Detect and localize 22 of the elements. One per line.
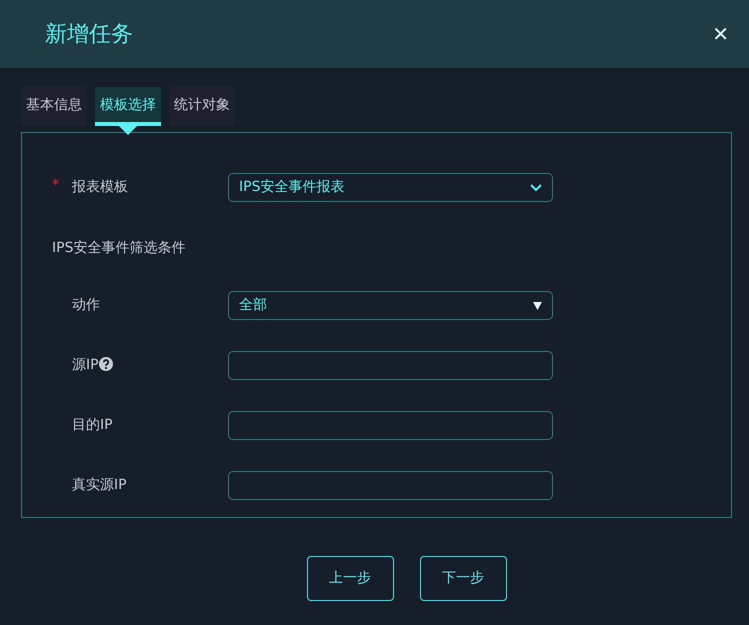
select-field[interactable]: IPS安全事件报表	[228, 173, 553, 202]
field-label: 真实源IP	[72, 477, 127, 493]
help-icon[interactable]	[98, 357, 113, 371]
tab[interactable]: 统计对象	[169, 87, 235, 126]
text-field[interactable]	[228, 351, 553, 380]
pointer-icon	[118, 125, 138, 135]
select-field[interactable]: 全部	[228, 291, 553, 320]
field-label: 报表模板	[72, 179, 128, 195]
section-title: IPS安全事件筛选条件	[52, 239, 186, 258]
next-button[interactable]: 下一步	[420, 556, 506, 601]
field-label: 目的IP	[72, 417, 113, 433]
dialog-title: 新增任务	[45, 20, 133, 48]
back-button[interactable]: 上一步	[306, 556, 394, 601]
caret-down-icon	[533, 301, 542, 310]
tab[interactable]: 基本信息	[21, 87, 87, 126]
text-field[interactable]	[228, 411, 553, 440]
chevron-down-icon	[530, 184, 542, 192]
field-label: 源IP	[72, 357, 99, 373]
field-label: 动作	[72, 297, 100, 313]
close-button[interactable]: ✕	[712, 24, 729, 44]
required-mark: *	[52, 176, 59, 195]
text-field[interactable]	[228, 471, 553, 500]
